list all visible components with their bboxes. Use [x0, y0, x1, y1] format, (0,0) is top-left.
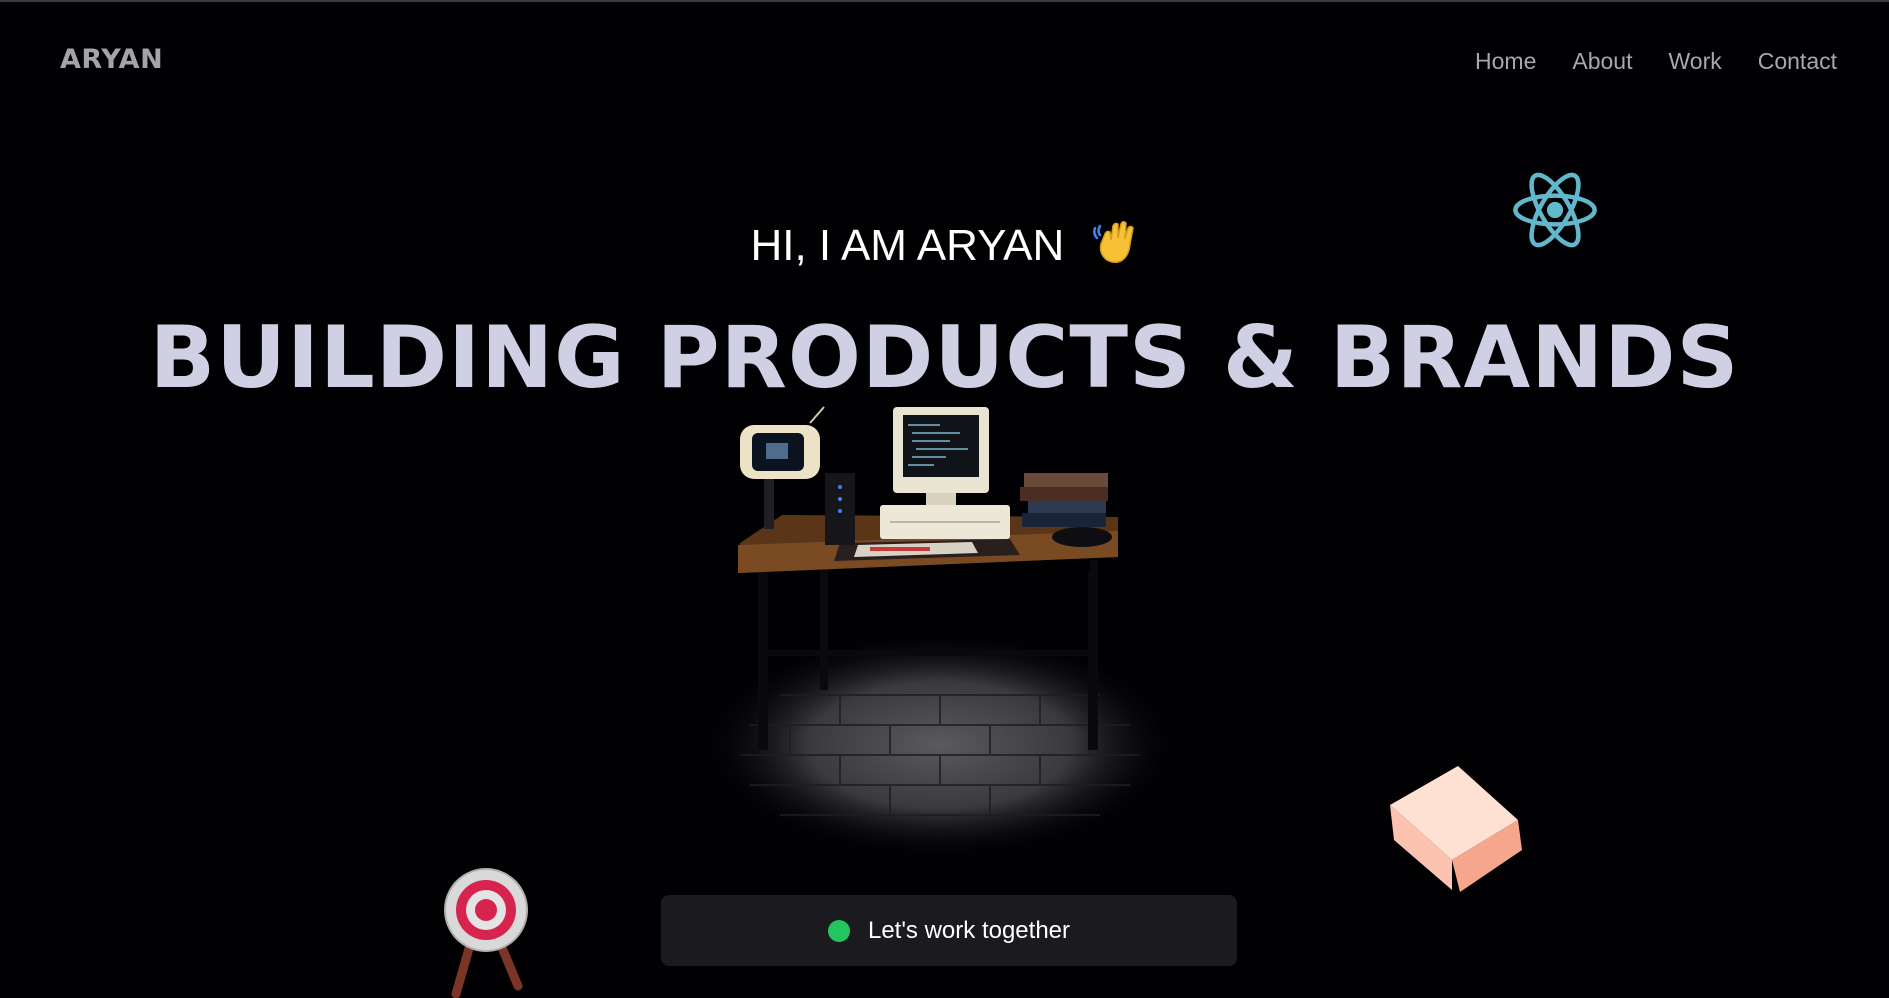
- greeting-text: HI, I AM ARYAN: [750, 221, 1065, 270]
- hero-greeting: HI, I AM ARYAN: [0, 218, 1889, 271]
- status-dot: [827, 919, 850, 942]
- nav-link-about[interactable]: About: [1572, 48, 1632, 75]
- desk-computer-scene: [700, 406, 1180, 855]
- navbar: ARYAN Home About Work Contact: [0, 0, 1889, 124]
- pink-cube-icon: [1390, 766, 1522, 892]
- nav-link-home[interactable]: Home: [1475, 48, 1536, 75]
- hero-title: BUILDING PRODUCTS & BRANDS: [149, 308, 1740, 408]
- waving-hand-icon: [1092, 220, 1134, 264]
- lets-work-together-button[interactable]: Let's work together: [661, 895, 1237, 966]
- nav-links: Home About Work Contact: [1475, 48, 1837, 75]
- cta-label: Let's work together: [867, 916, 1071, 944]
- nav-link-contact[interactable]: Contact: [1758, 48, 1837, 75]
- nav-link-work[interactable]: Work: [1668, 48, 1721, 75]
- target-icon: [444, 868, 528, 998]
- floor-spotlight: [700, 630, 1180, 855]
- logo[interactable]: ARYAN: [60, 44, 163, 75]
